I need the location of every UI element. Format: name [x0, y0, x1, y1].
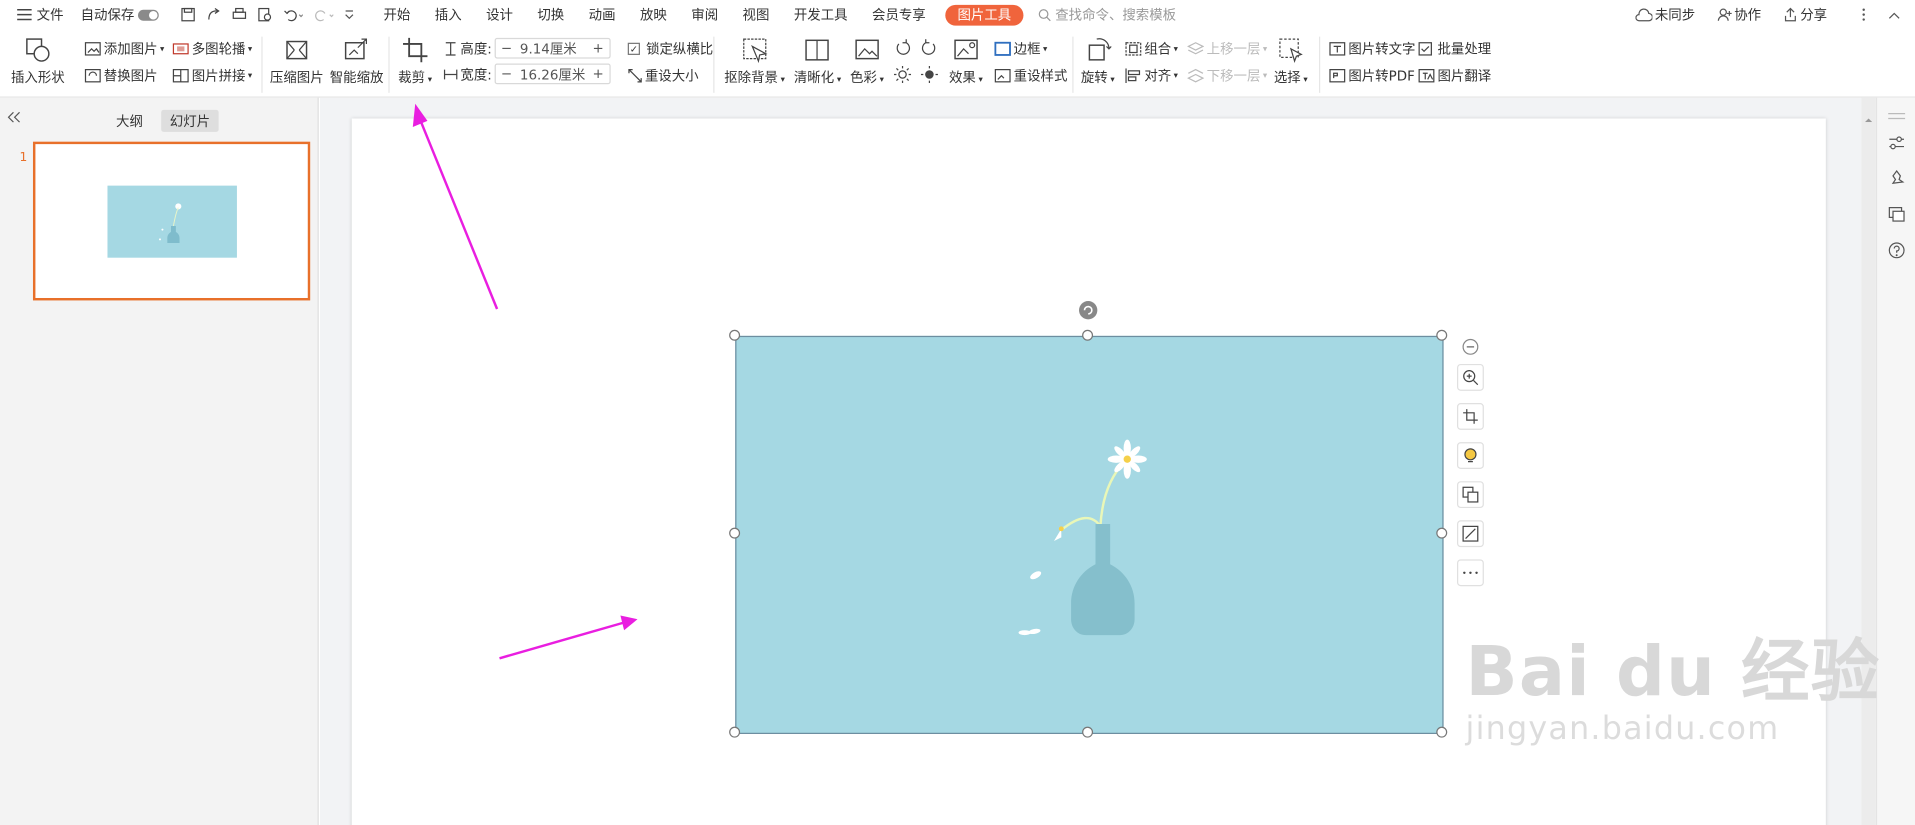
scroll-up-icon[interactable]	[1864, 109, 1873, 127]
wps-presentation-window: 文件 自动保存 开始 插入 设计 切换 动画 放映 审阅 视图 开发工具 会员专…	[0, 0, 1915, 825]
arrow-to-crop-icon	[412, 103, 499, 310]
watermark-logo-text: Bai du 经验	[1465, 632, 1881, 713]
sidebar-grip-icon	[1888, 107, 1906, 124]
baidu-jingyan-watermark: Bai du 经验 jingyan.baidu.com	[1466, 617, 1881, 748]
arrow-to-picture-icon	[499, 615, 638, 660]
watermark-url: jingyan.baidu.com	[1465, 710, 1780, 748]
help-icon[interactable]	[1888, 242, 1905, 259]
right-sidebar	[1875, 97, 1915, 825]
pin-icon[interactable]	[1888, 169, 1905, 187]
comments-icon[interactable]	[1888, 206, 1905, 223]
settings-sliders-icon[interactable]	[1888, 134, 1905, 151]
